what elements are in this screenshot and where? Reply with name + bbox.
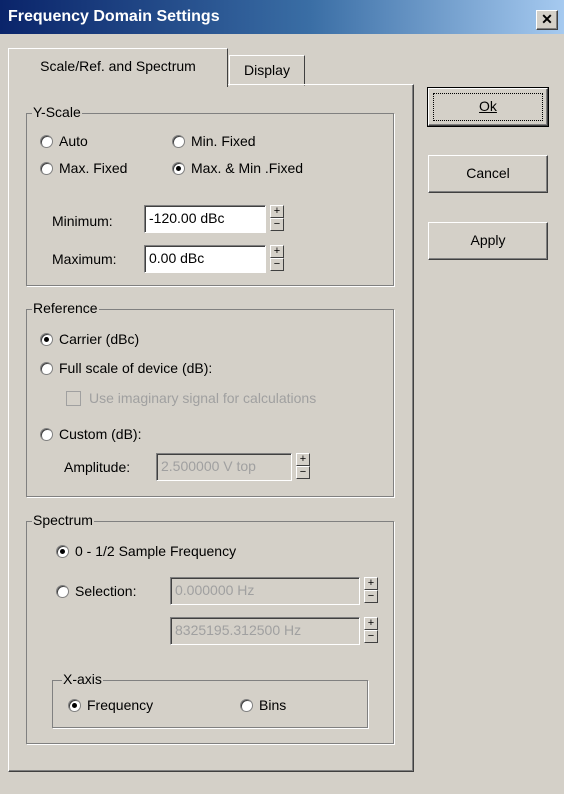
radio-circle (172, 134, 185, 148)
radio-circle (40, 134, 53, 148)
cancel-button-label: Cancel (466, 165, 510, 181)
minimum-label: Minimum: (52, 213, 113, 229)
radio-half-sample[interactable]: 0 - 1/2 Sample Frequency (56, 543, 236, 559)
checkbox-square (66, 390, 81, 406)
imaginary-signal-label: Use imaginary signal for calculations (89, 390, 317, 406)
window-title: Frequency Domain Settings (8, 8, 220, 25)
imaginary-signal-checkbox[interactable]: Use imaginary signal for calculations (66, 390, 316, 406)
radio-full-scale[interactable]: Full scale of device (dB): (40, 360, 212, 376)
amplitude-input[interactable]: 2.500000 V top (156, 453, 292, 481)
radio-min-fixed[interactable]: Min. Fixed (172, 133, 256, 149)
minimum-input[interactable]: -120.00 dBc (144, 205, 266, 233)
radio-selection-label: Selection: (75, 583, 137, 599)
radio-circle-selected (56, 544, 69, 558)
radio-frequency-label: Frequency (87, 697, 154, 713)
tab-scale-ref-spectrum[interactable]: Scale/Ref. and Spectrum (8, 48, 228, 87)
radio-circle-selected (172, 161, 185, 175)
radio-circle (40, 161, 53, 175)
spin-down-button[interactable]: − (296, 466, 310, 479)
spin-down-button[interactable]: − (364, 630, 378, 643)
amplitude-label: Amplitude: (64, 459, 131, 475)
radio-frequency[interactable]: Frequency (68, 697, 153, 713)
selection-start-input[interactable]: 0.000000 Hz (170, 577, 360, 605)
close-button[interactable]: ✕ (536, 10, 558, 30)
maximum-spinner[interactable]: + − (270, 245, 284, 271)
tab-display[interactable]: Display (229, 55, 305, 86)
radio-max-fixed-label: Max. Fixed (59, 160, 128, 176)
spin-down-button[interactable]: − (270, 258, 284, 271)
cancel-button[interactable]: Cancel (428, 155, 548, 193)
selection-end-input[interactable]: 8325195.312500 Hz (170, 617, 360, 645)
radio-custom[interactable]: Custom (dB): (40, 426, 141, 442)
reference-legend: Reference (32, 300, 99, 316)
focus-rect (433, 93, 543, 121)
selection-end-spinner[interactable]: + − (364, 617, 378, 643)
radio-auto[interactable]: Auto (40, 133, 88, 149)
radio-circle-selected (68, 698, 81, 712)
ok-button[interactable]: Ok (427, 87, 549, 127)
radio-full-scale-label: Full scale of device (dB): (59, 360, 213, 376)
yscale-legend: Y-Scale (32, 104, 82, 120)
radio-max-min-fixed[interactable]: Max. & Min .Fixed (172, 160, 303, 176)
spin-up-button[interactable]: + (364, 577, 378, 590)
selection-start-spinner[interactable]: + − (364, 577, 378, 603)
xaxis-legend: X-axis (62, 671, 103, 687)
maximum-label: Maximum: (52, 251, 117, 267)
radio-circle (40, 427, 53, 441)
radio-carrier[interactable]: Carrier (dBc) (40, 331, 139, 347)
spectrum-legend: Spectrum (32, 512, 94, 528)
radio-max-min-fixed-label: Max. & Min .Fixed (191, 160, 304, 176)
spin-up-button[interactable]: + (270, 205, 284, 218)
apply-button-label: Apply (470, 232, 506, 248)
title-bar: Frequency Domain Settings ✕ (0, 0, 564, 34)
radio-circle-selected (40, 332, 53, 346)
apply-button[interactable]: Apply (428, 222, 548, 260)
radio-auto-label: Auto (59, 133, 88, 149)
radio-bins[interactable]: Bins (240, 697, 286, 713)
radio-circle (56, 584, 69, 598)
minimum-spinner[interactable]: + − (270, 205, 284, 231)
radio-circle (240, 698, 253, 712)
spin-up-button[interactable]: + (270, 245, 284, 258)
spin-up-button[interactable]: + (296, 453, 310, 466)
radio-carrier-label: Carrier (dBc) (59, 331, 140, 347)
radio-min-fixed-label: Min. Fixed (191, 133, 256, 149)
spin-up-button[interactable]: + (364, 617, 378, 630)
radio-custom-label: Custom (dB): (59, 426, 142, 442)
spin-down-button[interactable]: − (364, 590, 378, 603)
amplitude-spinner[interactable]: + − (296, 453, 310, 479)
radio-circle (40, 361, 53, 375)
radio-max-fixed[interactable]: Max. Fixed (40, 160, 127, 176)
spin-down-button[interactable]: − (270, 218, 284, 231)
radio-half-sample-label: 0 - 1/2 Sample Frequency (75, 543, 237, 559)
radio-selection[interactable]: Selection: (56, 583, 136, 599)
maximum-input[interactable]: 0.00 dBc (144, 245, 266, 273)
radio-bins-label: Bins (259, 697, 287, 713)
